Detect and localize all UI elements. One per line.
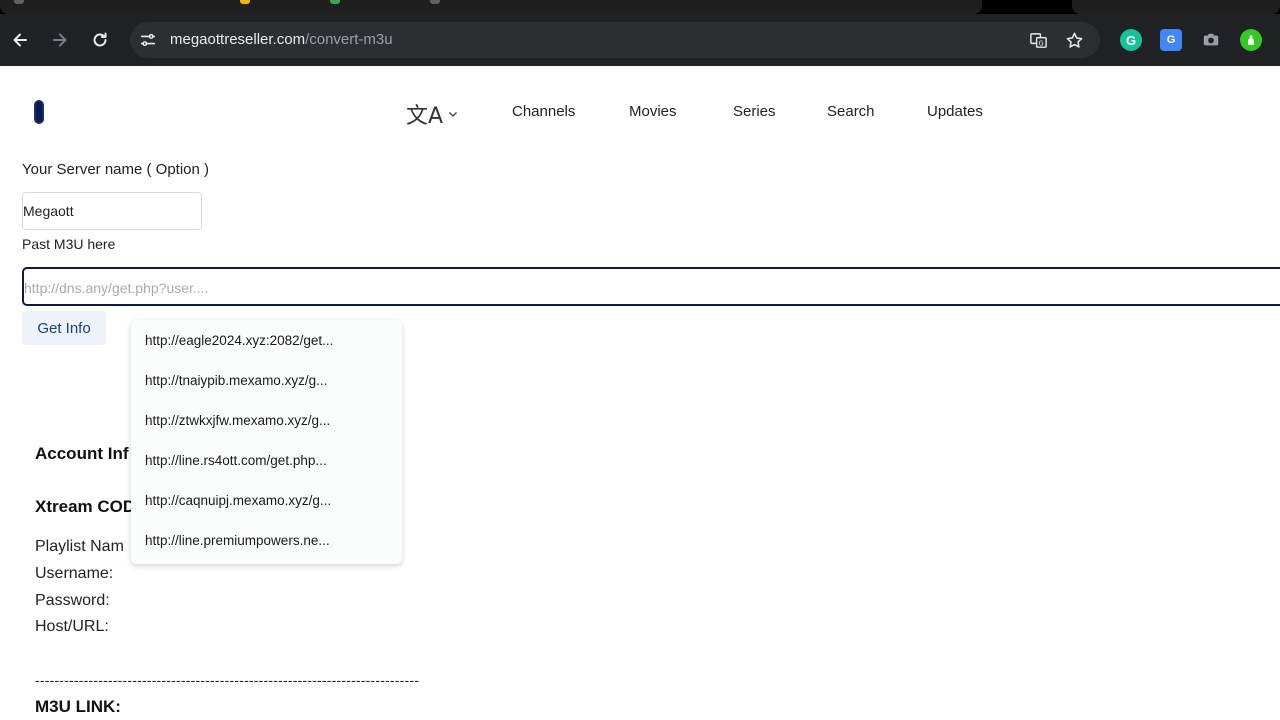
- autocomplete-item[interactable]: http://line.premiumpowers.ne...: [145, 533, 330, 548]
- tab-strip: [0, 0, 1280, 14]
- svg-text:G: G: [1038, 39, 1043, 47]
- url-text: megaottreseller.com/convert-m3u: [170, 31, 393, 48]
- back-arrow-icon[interactable]: [6, 26, 34, 54]
- autocomplete-item[interactable]: http://caqnuipj.mexamo.xyz/g...: [145, 493, 331, 508]
- autocomplete-item[interactable]: http://ztwkxjfw.mexamo.xyz/g...: [145, 413, 330, 428]
- bookmark-star-icon[interactable]: [1064, 30, 1084, 50]
- page-content: 文A Channels Movies Series Search Updates…: [0, 66, 1280, 720]
- m3u-label: Past M3U here: [22, 236, 116, 252]
- tab-favicon: [430, 0, 440, 4]
- tab-favicon: [330, 0, 340, 4]
- password-label: Password:: [35, 592, 110, 609]
- nav-search[interactable]: Search: [827, 103, 875, 120]
- nav-channels[interactable]: Channels: [512, 103, 575, 120]
- forward-arrow-icon[interactable]: [46, 26, 74, 54]
- url-path: /convert-m3u: [305, 31, 393, 48]
- browser-tab[interactable]: [1072, 0, 1280, 14]
- username-label: Username:: [35, 565, 114, 582]
- browser-tab-active[interactable]: [0, 0, 982, 14]
- extension-icon[interactable]: [1240, 29, 1262, 51]
- site-settings-icon[interactable]: [138, 30, 158, 50]
- grammarly-icon[interactable]: G: [1120, 29, 1142, 51]
- chevron-down-icon: [449, 112, 458, 117]
- browser-toolbar: megaottreseller.com/convert-m3u G G G: [0, 14, 1280, 66]
- m3u-input[interactable]: http://dns.any/get.php?user....: [22, 267, 1280, 306]
- url-domain: megaottreseller.com: [170, 31, 306, 48]
- language-selector[interactable]: 文A: [406, 98, 459, 130]
- autocomplete-dropdown: http://eagle2024.xyz:2082/get... http://…: [131, 320, 402, 564]
- m3u-placeholder: http://dns.any/get.php?user....: [24, 280, 209, 296]
- server-name-input[interactable]: Megaott: [22, 192, 202, 230]
- account-info-heading: Account Inf: [35, 444, 129, 463]
- address-bar[interactable]: megaottreseller.com/convert-m3u G: [130, 22, 1100, 58]
- playlist-name-label: Playlist Nam: [35, 538, 124, 555]
- xtream-heading: Xtream COD: [35, 497, 136, 516]
- m3u-link-heading: M3U LINK:: [35, 697, 121, 716]
- autocomplete-item[interactable]: http://eagle2024.xyz:2082/get...: [145, 333, 333, 348]
- nav-series[interactable]: Series: [733, 103, 776, 120]
- tab-favicon: [240, 0, 250, 4]
- camera-icon[interactable]: [1200, 29, 1222, 51]
- nav-updates[interactable]: Updates: [927, 103, 983, 120]
- translate-icon[interactable]: G: [1028, 30, 1048, 50]
- autocomplete-item[interactable]: http://tnaiypib.mexamo.xyz/g...: [145, 373, 327, 388]
- host-label: Host/URL:: [35, 618, 109, 635]
- divider: ----------------------------------------…: [35, 672, 420, 688]
- site-logo[interactable]: [34, 100, 44, 124]
- language-icon: 文A: [406, 104, 444, 129]
- server-name-label: Your Server name ( Option ): [22, 161, 210, 178]
- reload-icon[interactable]: [86, 26, 114, 54]
- google-translate-icon[interactable]: G: [1160, 29, 1182, 51]
- tab-favicon: [14, 0, 24, 4]
- nav-movies[interactable]: Movies: [629, 103, 677, 120]
- get-info-button[interactable]: Get Info: [22, 311, 106, 345]
- autocomplete-item[interactable]: http://line.rs4ott.com/get.php...: [145, 453, 327, 468]
